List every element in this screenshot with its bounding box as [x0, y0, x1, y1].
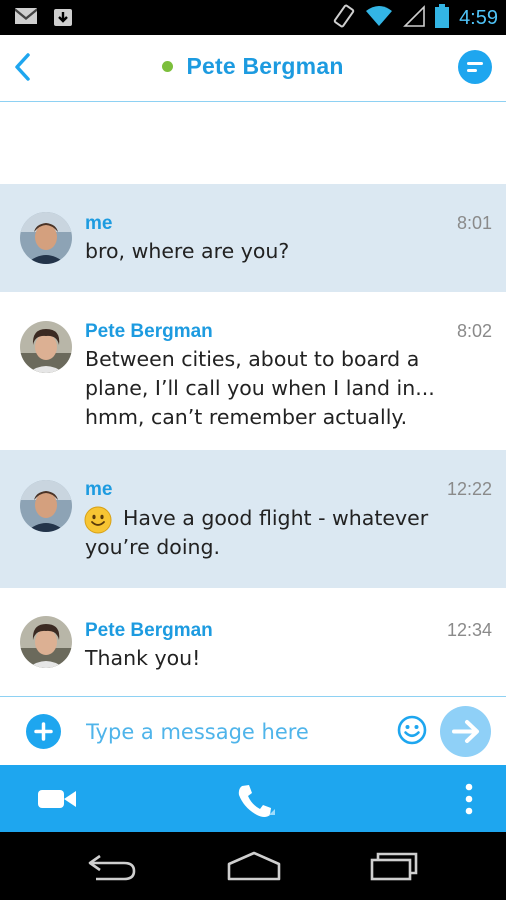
- smiley-icon: [397, 715, 427, 745]
- phone-icon: [238, 785, 275, 817]
- message-sender: Pete Bergman: [85, 620, 213, 641]
- clock: 4:59: [459, 6, 498, 29]
- message-sender: Pete Bergman: [85, 321, 213, 342]
- voice-call-button[interactable]: [235, 781, 275, 821]
- arrow-right-icon: [452, 720, 479, 743]
- battery-icon: [435, 4, 450, 32]
- more-vert-icon: [465, 783, 473, 815]
- conversation-menu-button[interactable]: [458, 50, 492, 84]
- contact-title[interactable]: Pete Bergman: [0, 53, 506, 80]
- back-nav-icon: [88, 854, 136, 881]
- gmail-icon: [14, 6, 38, 32]
- nav-recents-button[interactable]: [368, 850, 420, 882]
- message-text: bro, where are you?: [85, 239, 290, 263]
- message-sender: me: [85, 479, 113, 500]
- message-text: Thank you!: [85, 646, 201, 670]
- video-call-icon: [38, 790, 76, 808]
- recents-nav-icon: [370, 852, 418, 881]
- message-item[interactable]: Pete Bergman 12:34 Thank you!: [0, 588, 506, 696]
- message-time: 12:34: [446, 620, 492, 640]
- call-action-bar: [0, 765, 506, 832]
- message-time: 8:01: [456, 213, 492, 233]
- download-icon: [52, 6, 74, 32]
- message-input[interactable]: [86, 713, 386, 751]
- add-content-button[interactable]: [26, 714, 61, 749]
- message-time: 8:02: [456, 321, 492, 341]
- avatar: [20, 616, 72, 668]
- video-call-button[interactable]: [36, 784, 78, 814]
- message-sender: me: [85, 213, 113, 234]
- status-bar: 4:59: [0, 0, 506, 35]
- smiley-emoticon-icon: [84, 506, 112, 538]
- chat-header: Pete Bergman: [0, 35, 506, 102]
- message-list: me 8:01 bro, where are you? Pete Bergman…: [0, 184, 506, 696]
- system-nav-bar: [0, 832, 506, 900]
- message-item[interactable]: me 8:01 bro, where are you?: [0, 184, 506, 292]
- emoticon-button[interactable]: [396, 714, 428, 746]
- signal-icon: [403, 5, 425, 31]
- nav-back-button[interactable]: [86, 850, 138, 882]
- message-composer: [0, 697, 506, 765]
- avatar: [20, 480, 72, 532]
- nav-home-button[interactable]: [226, 850, 282, 882]
- menu-lines-icon: [467, 62, 483, 65]
- message-item[interactable]: me 12:22 Have a good flight - whatever y…: [0, 450, 506, 588]
- page-title: Pete Bergman: [186, 53, 344, 79]
- message-time: 12:22: [446, 479, 492, 499]
- message-text: Have a good flight - whatever you’re doi…: [85, 506, 429, 559]
- presence-online-indicator: [162, 61, 174, 72]
- empty-history-area: [0, 102, 506, 184]
- avatar: [20, 212, 72, 264]
- vibrate-icon: [333, 4, 355, 32]
- plus-icon: [34, 722, 53, 741]
- avatar: [20, 321, 72, 373]
- message-text: Between cities, about to board a plane, …: [85, 347, 435, 429]
- message-item[interactable]: Pete Bergman 8:02 Between cities, about …: [0, 292, 506, 450]
- home-nav-icon: [227, 851, 281, 881]
- send-button[interactable]: [440, 706, 491, 757]
- more-options-button[interactable]: [458, 782, 480, 816]
- wifi-icon: [365, 5, 393, 31]
